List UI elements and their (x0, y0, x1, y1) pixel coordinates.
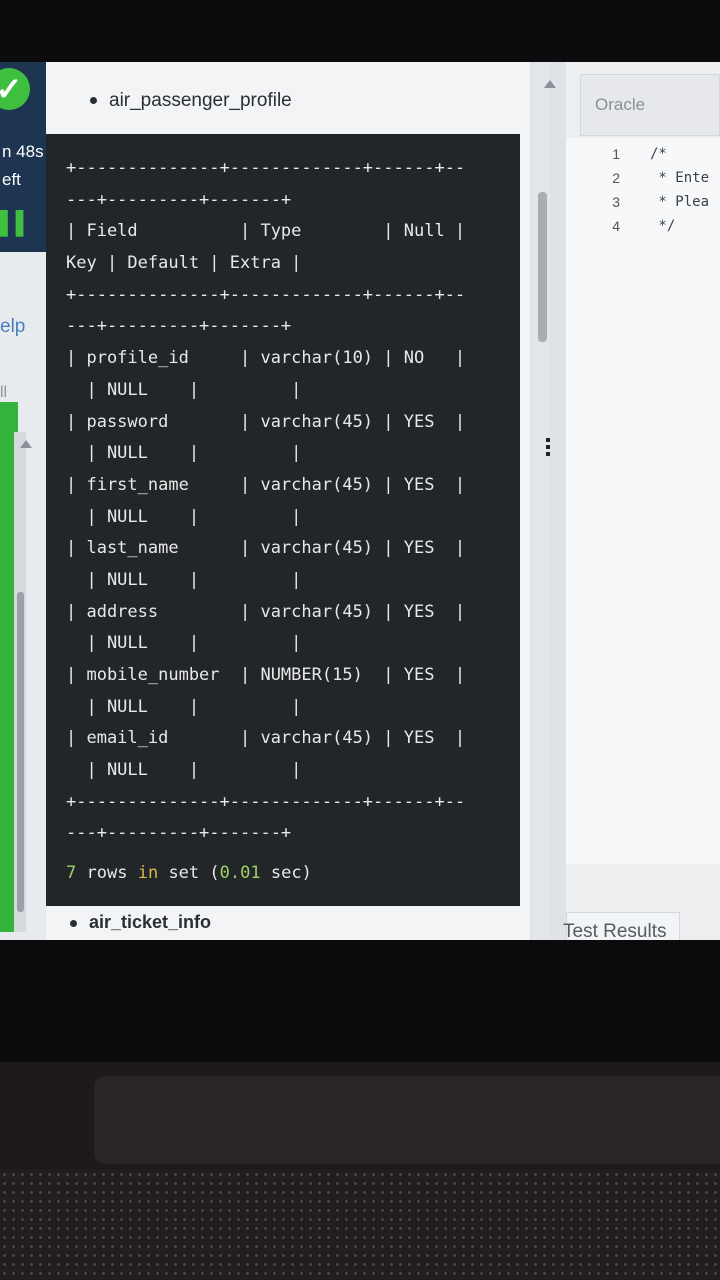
terminal-lines: +--------------+-------------+------+-- -… (66, 152, 520, 849)
section-title: air_ticket_info (89, 912, 212, 932)
code-line[interactable]: */ (650, 214, 709, 238)
line-number-gutter: 1 2 3 4 (600, 142, 620, 238)
terminal-line: | email_id | varchar(45) | YES | (66, 728, 466, 749)
terminal-line: | NULL | | (66, 569, 302, 590)
summary-set-word: set (168, 863, 200, 884)
terminal-line: ---+---------+-------+ (66, 189, 292, 210)
terminal-output: +--------------+-------------+------+-- -… (46, 134, 520, 906)
section-heading-ticket: air_ticket_info (70, 912, 211, 933)
editor-panel: Oracle 1 2 3 4 /* * Ente * Plea */ Test Res… (563, 62, 720, 940)
tab-test-results[interactable]: Test Results (563, 912, 680, 940)
line-number: 3 (612, 194, 620, 210)
terminal-line: | address | varchar(45) | YES | (66, 601, 466, 622)
terminal-line: | NULL | | (66, 379, 302, 400)
terminal-line: | NULL | | (66, 760, 302, 781)
scroll-up-arrow-icon[interactable] (544, 80, 556, 88)
bullet-icon (70, 919, 77, 927)
query-summary: 7 rows in set (0.01 sec) (66, 857, 520, 889)
help-link[interactable]: elp (0, 316, 25, 338)
screen: ✓ n 48s eft ▌▌ elp ll air_passenger_prof… (0, 62, 720, 940)
signal-bars-icon: ▌▌ (0, 210, 32, 235)
section-title: air_passenger_profile (109, 90, 292, 111)
terminal-line: | profile_id | varchar(10) | NO | (66, 348, 466, 369)
laptop-hinge (94, 1076, 720, 1164)
section-heading-profile: air_passenger_profile (90, 90, 292, 112)
code-line[interactable]: * Plea (650, 190, 709, 214)
code-line[interactable]: * Ente (650, 166, 709, 190)
code-line[interactable]: /* (650, 142, 709, 166)
time-left-label: eft (2, 170, 21, 189)
left-panel: ✓ n 48s eft ▌▌ elp ll (0, 62, 46, 940)
row-count: 7 (66, 863, 77, 884)
tab-label: Test Results (563, 921, 667, 940)
terminal-line: | password | varchar(45) | YES | (66, 411, 466, 432)
terminal-line: | NULL | | (66, 443, 302, 464)
query-time: 0.01 (219, 863, 261, 884)
terminal-line: | Field | Type | Null | (66, 221, 466, 242)
monitor-top-bezel (0, 0, 720, 62)
terminal-line: | NULL | | (66, 506, 302, 527)
content-scrollbar-thumb[interactable] (538, 192, 547, 342)
terminal-line: | NULL | | (66, 696, 302, 717)
speaker-grille (0, 1170, 720, 1280)
terminal-line: ---+---------+-------+ (66, 823, 292, 844)
summary-in-word: in (137, 863, 159, 884)
dialect-select[interactable]: Oracle (580, 74, 720, 136)
monitor-bottom-bezel (0, 940, 720, 1070)
line-number: 4 (612, 218, 620, 234)
dialect-label: Oracle (595, 95, 646, 114)
code-editor[interactable]: 1 2 3 4 /* * Ente * Plea */ (566, 138, 720, 864)
resize-handle-icon[interactable] (546, 438, 552, 460)
line-number: 1 (612, 146, 620, 162)
terminal-line: | NULL | | (66, 633, 302, 654)
terminal-line: +--------------+-------------+------+-- (66, 158, 466, 178)
checkmark-icon: ✓ (0, 68, 30, 110)
summary-sec-word: sec) (270, 863, 312, 884)
terminal-line: | first_name | varchar(45) | YES | (66, 474, 466, 495)
terminal-line: | last_name | varchar(45) | YES | (66, 538, 466, 559)
status-box: ✓ n 48s eft ▌▌ (0, 62, 46, 252)
terminal-line: | mobile_number | NUMBER(15) | YES | (66, 665, 466, 685)
line-number: 2 (612, 170, 620, 186)
terminal-line: +--------------+-------------+------+-- (66, 791, 466, 812)
question-content: air_passenger_profile +--------------+--… (46, 62, 530, 940)
summary-paren: ( (209, 863, 220, 884)
scroll-up-arrow-icon[interactable] (20, 440, 32, 448)
all-link[interactable]: ll (0, 384, 7, 402)
left-scrollbar-thumb[interactable] (17, 592, 24, 912)
terminal-line: ---+---------+-------+ (66, 316, 292, 337)
terminal-line: +--------------+-------------+------+-- (66, 284, 466, 305)
terminal-line: Key | Default | Extra | (66, 253, 302, 274)
timer-text: n 48s (2, 142, 44, 161)
code-text[interactable]: /* * Ente * Plea */ (650, 142, 709, 238)
summary-rows-word: rows (86, 863, 128, 884)
bullet-icon (90, 97, 97, 105)
